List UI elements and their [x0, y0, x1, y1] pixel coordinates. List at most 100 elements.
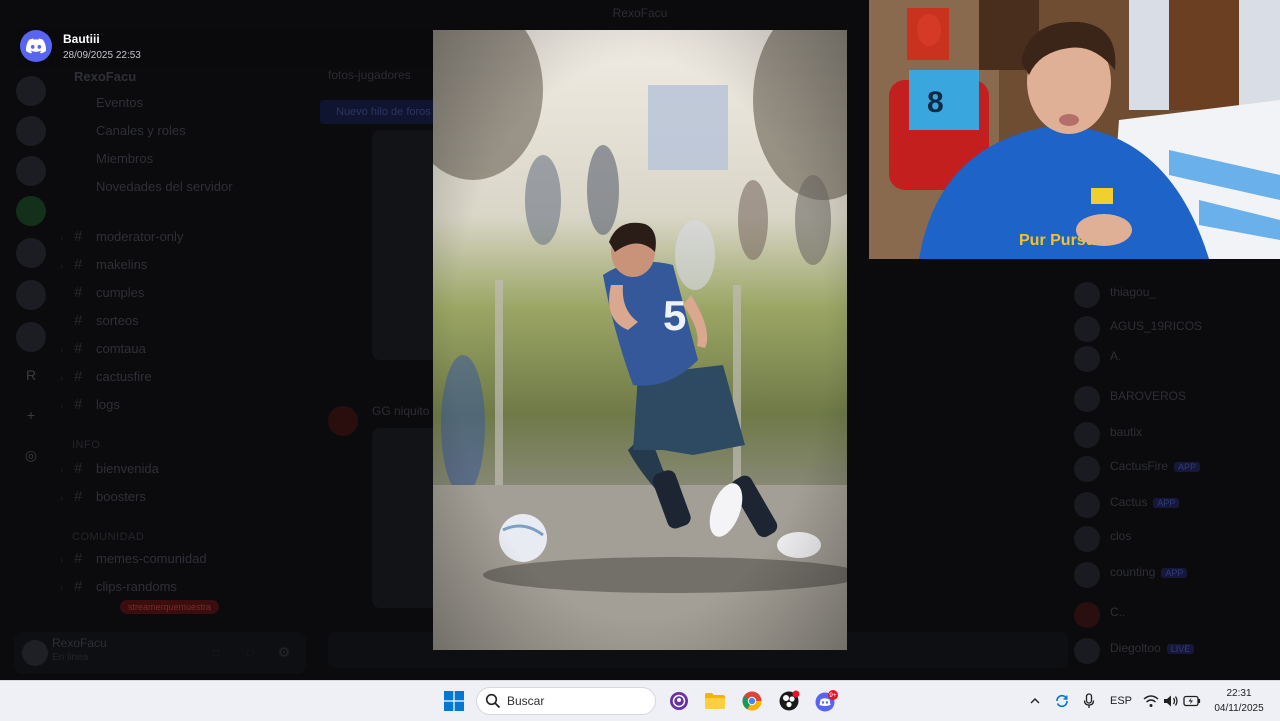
- microphone-icon[interactable]: ◌: [206, 642, 226, 662]
- clock-date: 04/11/2025: [1214, 703, 1264, 714]
- server-rail: R + ◎: [0, 60, 60, 680]
- channel-item[interactable]: › # cactusfire: [60, 366, 152, 388]
- wifi-icon[interactable]: [1142, 691, 1160, 711]
- quick-link[interactable]: Miembros: [96, 148, 153, 170]
- list-item[interactable]: Diegoltoo LIVE: [1070, 636, 1280, 668]
- server-icon[interactable]: [16, 116, 46, 146]
- user-name: RexoFacu: [52, 636, 107, 650]
- add-server-icon[interactable]: +: [16, 400, 46, 430]
- sync-icon[interactable]: [1053, 691, 1071, 711]
- channel-label: makelins: [96, 257, 148, 272]
- list-item[interactable]: CactusFire APP: [1070, 454, 1280, 486]
- microphone-icon[interactable]: [1080, 691, 1098, 711]
- avatar: [1074, 316, 1100, 342]
- channel-item[interactable]: › # logs: [60, 394, 120, 416]
- avatar[interactable]: [328, 406, 358, 436]
- avatar: [1074, 492, 1100, 518]
- channel-label: boosters: [96, 489, 146, 504]
- member-label: Diegoltoo: [1110, 641, 1161, 655]
- channel-item[interactable]: › # comtaua: [60, 338, 146, 360]
- member-name: A.: [1110, 349, 1122, 363]
- list-item[interactable]: clos: [1070, 524, 1280, 556]
- list-item[interactable]: A.: [1070, 344, 1280, 376]
- category-header[interactable]: INFO: [72, 434, 100, 456]
- channel-item[interactable]: › # moderator-only: [60, 226, 183, 248]
- server-icon[interactable]: [16, 280, 46, 310]
- chrome-icon[interactable]: [737, 686, 767, 716]
- search-icon: [485, 693, 501, 709]
- obs-icon[interactable]: [774, 686, 804, 716]
- notification-sender: Bautiii: [63, 32, 100, 46]
- chat-header: fotos-jugadores: [328, 68, 411, 82]
- server-icon[interactable]: [16, 238, 46, 268]
- message-attachment[interactable]: [372, 428, 442, 608]
- notification-toast[interactable]: Bautiii 28/09/2025 22:53: [18, 28, 438, 68]
- list-item[interactable]: counting APP: [1070, 560, 1280, 592]
- channel-item[interactable]: # cumples: [60, 282, 144, 304]
- list-item[interactable]: bautix: [1070, 420, 1280, 452]
- taskbar-search[interactable]: Buscar: [476, 687, 656, 715]
- member-label: CactusFire: [1110, 459, 1169, 473]
- server-icon[interactable]: [16, 156, 46, 186]
- copilot-icon[interactable]: [664, 686, 694, 716]
- channel-label: moderator-only: [96, 229, 184, 244]
- avatar[interactable]: [22, 640, 48, 666]
- member-name: counting APP: [1110, 565, 1188, 579]
- list-item[interactable]: C..: [1070, 600, 1280, 632]
- user-panel[interactable]: RexoFacu En linea ◌ ◌ ⚙: [14, 632, 306, 674]
- channel-label: comtaua: [96, 341, 146, 356]
- channel-item[interactable]: › # makelins: [60, 254, 147, 276]
- server-icon[interactable]: [16, 322, 46, 352]
- message-attachment[interactable]: [372, 130, 442, 360]
- list-item[interactable]: AGUS_19RICOS: [1070, 314, 1280, 346]
- server-icon[interactable]: [16, 196, 46, 226]
- headphones-icon[interactable]: ◌: [240, 642, 260, 662]
- chevron-up-icon[interactable]: [1027, 691, 1043, 711]
- channel-label: logs: [96, 397, 120, 412]
- avatar: [1074, 456, 1100, 482]
- search-placeholder: Buscar: [507, 694, 545, 708]
- discord-icon[interactable]: 9+: [811, 686, 841, 716]
- member-name: Diegoltoo LIVE: [1110, 641, 1195, 655]
- member-name: clos: [1110, 529, 1132, 543]
- message-author: GG niquito: [372, 404, 430, 418]
- gear-icon[interactable]: ⚙: [274, 642, 294, 662]
- channel-label: cactusfire: [96, 369, 152, 384]
- list-item[interactable]: Cactus APP: [1070, 490, 1280, 522]
- speaker-icon[interactable]: [1162, 691, 1180, 711]
- channel-item[interactable]: › # boosters: [60, 486, 146, 508]
- avatar: [1074, 562, 1100, 588]
- server-name[interactable]: RexoFacu: [74, 66, 136, 88]
- windows-start-icon[interactable]: [439, 686, 469, 716]
- discord-badge: 9+: [829, 692, 837, 699]
- file-explorer-icon[interactable]: [700, 686, 730, 716]
- quick-link[interactable]: Novedades del servidor: [96, 176, 233, 198]
- soccer-player-photo: 5: [433, 30, 847, 650]
- channel-list: RexoFacu Eventos Canales y roles Miembro…: [60, 60, 305, 632]
- list-item[interactable]: thiagou_: [1070, 280, 1280, 312]
- quick-link[interactable]: Canales y roles: [96, 120, 186, 142]
- server-icon[interactable]: [16, 76, 46, 106]
- list-item[interactable]: BAROVEROS: [1070, 384, 1280, 416]
- avatar: [1074, 422, 1100, 448]
- taskbar: Buscar 9+ ESP 22:31 04/11/2025: [0, 680, 1280, 721]
- svg-text:8: 8: [927, 86, 944, 119]
- member-name: AGUS_19RICOS: [1110, 319, 1203, 333]
- quick-link[interactable]: Eventos: [96, 92, 143, 114]
- avatar: [1074, 602, 1100, 628]
- channel-label: cumples: [96, 285, 145, 300]
- taskbar-clock[interactable]: 22:31 04/11/2025: [1204, 686, 1274, 716]
- member-name: BAROVEROS: [1110, 389, 1187, 403]
- language-indicator[interactable]: ESP: [1106, 691, 1136, 711]
- channel-item[interactable]: › # memes-comunidad: [60, 548, 207, 570]
- channel-item[interactable]: # sorteos: [60, 310, 139, 332]
- category-header[interactable]: COMUNIDAD: [72, 526, 144, 548]
- photo-viewer-image[interactable]: 5: [433, 30, 847, 650]
- live-pill[interactable]: streamerquemuestra: [120, 600, 220, 614]
- app-badge: APP: [1174, 462, 1201, 472]
- channel-item[interactable]: › # clips-randoms: [60, 576, 177, 598]
- explore-icon[interactable]: ◎: [16, 440, 46, 470]
- channel-item[interactable]: › # bienvenida: [60, 458, 159, 480]
- server-icon[interactable]: R: [16, 360, 46, 390]
- battery-icon[interactable]: [1182, 691, 1202, 711]
